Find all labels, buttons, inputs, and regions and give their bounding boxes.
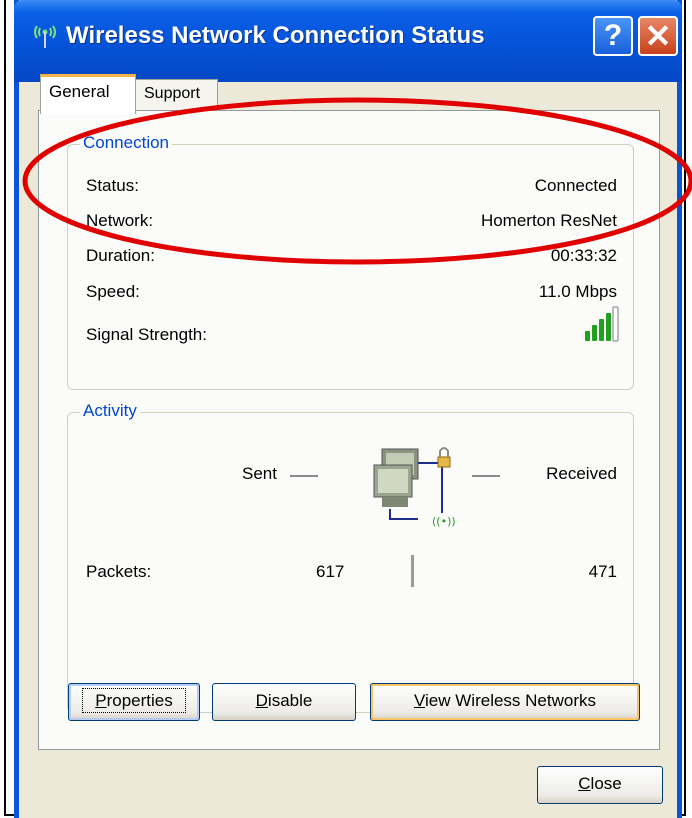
close-window-button[interactable]: ✕ [638, 16, 678, 56]
signal-bar [592, 325, 597, 341]
help-button[interactable]: ? [593, 16, 633, 56]
packets-sent-value: 617 [316, 562, 345, 581]
sent-label: Sent [242, 464, 277, 483]
general-tab-panel: Connection Status: Connected Network: Ho… [38, 110, 660, 750]
duration-value: 00:33:32 [550, 246, 617, 265]
signal-bar [585, 331, 590, 341]
signal-strength-icon [583, 305, 619, 343]
signal-bar [612, 306, 619, 342]
signal-bar [599, 319, 604, 341]
title-bar[interactable]: Wireless Network Connection Status ? ✕ [14, 0, 682, 82]
tab-general[interactable]: General [40, 74, 136, 114]
packets-divider [411, 555, 414, 587]
properties-focus-rect: Properties [82, 688, 186, 713]
speed-value: 11.0 Mbps [538, 282, 617, 301]
status-label: Status: [86, 176, 139, 195]
svg-text:((•)): ((•)) [432, 515, 456, 528]
connection-group: Connection Status: Connected Network: Ho… [67, 133, 634, 390]
disable-button[interactable]: Disable [212, 683, 356, 721]
sent-line [290, 475, 318, 477]
received-line [472, 475, 500, 477]
close-button[interactable]: Close [537, 766, 663, 804]
tab-support[interactable]: Support [136, 79, 218, 112]
view-wireless-networks-button[interactable]: View Wireless Networks [370, 683, 640, 721]
connection-legend: Connection [80, 133, 173, 153]
network-value: Homerton ResNet [480, 211, 617, 230]
signal-strength-label: Signal Strength: [86, 325, 207, 344]
networked-computers-icon: ((•)) [330, 433, 470, 533]
duration-label: Duration: [86, 246, 155, 265]
received-label: Received [546, 464, 617, 483]
window-title: Wireless Network Connection Status [66, 22, 485, 49]
network-label: Network: [86, 211, 154, 230]
speed-label: Speed: [86, 282, 140, 301]
packets-label: Packets: [86, 562, 152, 581]
properties-button[interactable]: Properties [68, 683, 200, 721]
status-value: Connected [534, 176, 617, 195]
activity-group: Activity Sent ((•)) Received Packets: 61… [67, 401, 634, 713]
wireless-antenna-icon [28, 20, 62, 50]
signal-bar [606, 313, 611, 341]
packets-received-value: 471 [588, 562, 617, 581]
activity-legend: Activity [80, 401, 140, 421]
